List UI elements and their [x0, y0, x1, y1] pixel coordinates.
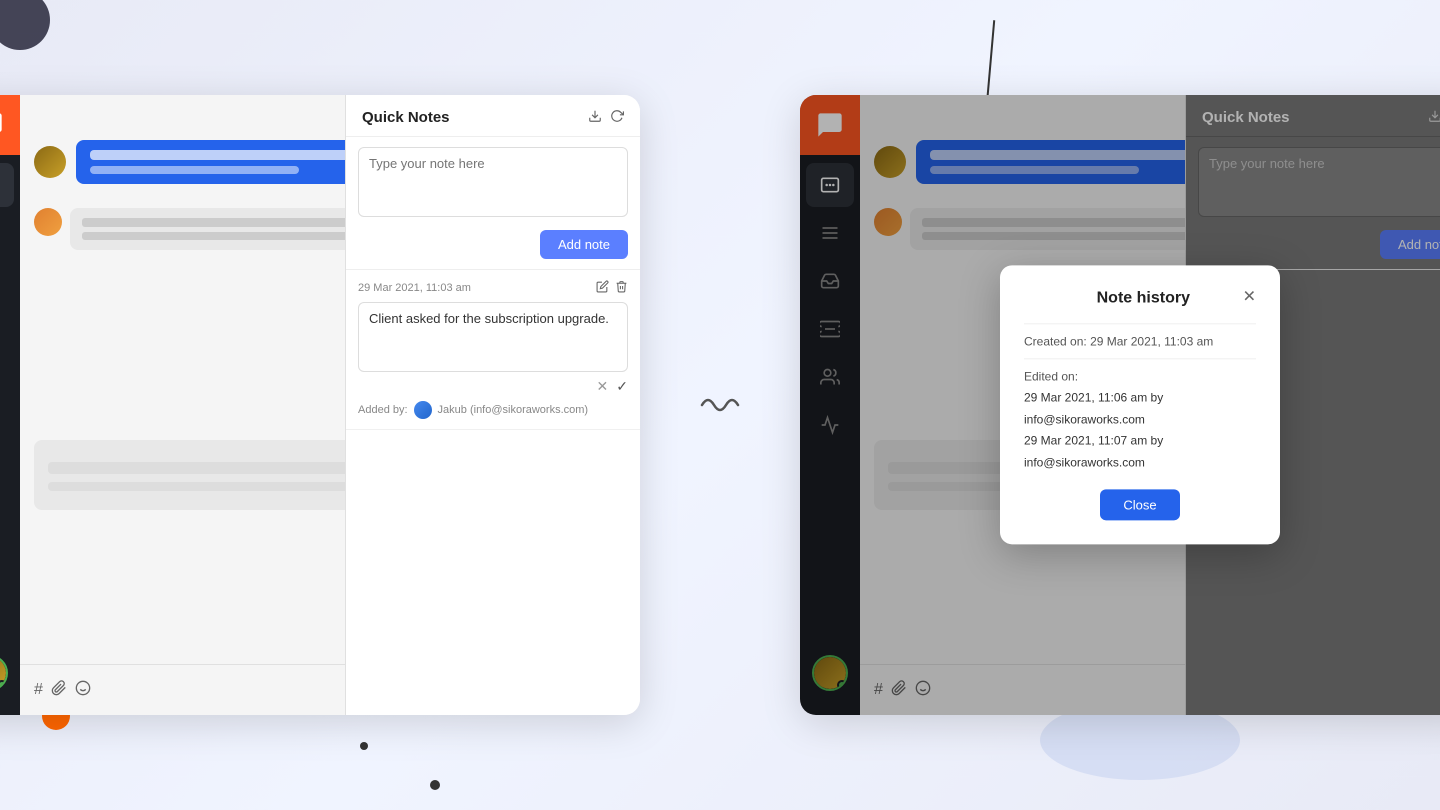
app-panel-2: Quick Notes Add note: [800, 95, 1440, 715]
modal-divider-2: [1024, 358, 1256, 359]
notes-input-area-1: Add note: [346, 137, 640, 270]
modal-edited-entry: 29 Mar 2021, 11:06 am by info@sikorawork…: [1024, 387, 1256, 430]
sidebar-1: [0, 95, 20, 715]
sidebar-item-list[interactable]: [0, 211, 14, 255]
notes-header-icons-1: [588, 109, 624, 126]
notes-panel-header-1: Quick Notes: [346, 95, 640, 137]
panels-container: Quick Notes Add note: [0, 0, 1440, 810]
squiggle-icon: [700, 390, 740, 420]
contact-avatar-1: [34, 146, 66, 178]
note-actions-1: [596, 280, 628, 296]
chat-area-1: Quick Notes Add note: [20, 95, 640, 715]
note-entry-actions-1: ✕ ✓: [358, 378, 628, 395]
modal-edited-label: Edited on:: [1024, 369, 1256, 383]
app-panel-1: Quick Notes Add note: [0, 95, 640, 715]
bg-dot-2: [430, 780, 440, 790]
confirm-edit-icon-1[interactable]: ✓: [616, 378, 628, 395]
note-meta-1: 29 Mar 2021, 11:03 am: [358, 280, 628, 296]
modal-close-btn[interactable]: Close: [1100, 490, 1180, 521]
notes-textarea-1[interactable]: [358, 147, 628, 217]
panel-2-wrapper: Quick Notes Add note: [800, 95, 1440, 715]
sidebar-item-messages[interactable]: [0, 163, 14, 207]
modal-edited-entry: 29 Mar 2021, 11:07 am by info@sikorawork…: [1024, 431, 1256, 474]
author-label-1: Added by:: [358, 404, 408, 416]
hashtag-icon-1[interactable]: #: [34, 681, 43, 699]
attachment-icon-1[interactable]: [51, 680, 67, 701]
add-note-button-1[interactable]: Add note: [540, 230, 628, 259]
msg-line2: [82, 232, 375, 240]
sidebar-nav-1: [0, 155, 14, 655]
refresh-icon-1[interactable]: [610, 109, 624, 126]
cancel-edit-icon-1[interactable]: ✕: [597, 378, 609, 395]
bg-dot-1: [360, 742, 368, 750]
connector-area: [700, 390, 740, 420]
download-icon-1[interactable]: [588, 109, 602, 126]
modal-divider-1: [1024, 323, 1256, 324]
panel-1-wrapper: Quick Notes Add note: [0, 95, 640, 715]
notes-panel-title-1: Quick Notes: [362, 109, 450, 126]
modal-close-button[interactable]: ✕: [1243, 289, 1256, 305]
sidebar-item-contacts[interactable]: [0, 355, 14, 399]
user-avatar-1: [0, 655, 8, 691]
modal-header: Note history ✕: [1024, 289, 1256, 307]
author-name-1: Jakub (info@sikoraworks.com): [438, 404, 589, 416]
msg-avatar-1: [34, 208, 62, 236]
sidebar-item-analytics[interactable]: [0, 403, 14, 447]
online-status-dot-1: [0, 680, 7, 690]
delete-icon-1[interactable]: [615, 280, 628, 296]
note-date-1: 29 Mar 2021, 11:03 am: [358, 282, 471, 294]
modal-edited-entries: 29 Mar 2021, 11:06 am by info@sikorawork…: [1024, 387, 1256, 473]
sidebar-logo-1[interactable]: [0, 95, 20, 155]
chat-bubble-icon: [0, 111, 4, 139]
edit-icon-1[interactable]: [596, 280, 609, 296]
emoji-icon-1[interactable]: [75, 680, 91, 701]
modal-created-label: Created on: 29 Mar 2021, 11:03 am: [1024, 334, 1256, 348]
note-text-1: Client asked for the subscription upgrad…: [358, 302, 628, 372]
note-author-1: Added by: Jakub (info@sikoraworks.com): [358, 401, 628, 419]
author-avatar-1: [414, 401, 432, 419]
note-entry-1: 29 Mar 2021, 11:03 am Client asked for: [346, 270, 640, 430]
notes-panel-1: Quick Notes Add note: [345, 95, 640, 715]
sidebar-item-tickets[interactable]: [0, 307, 14, 351]
note-history-modal: Note history ✕ Created on: 29 Mar 2021, …: [1000, 265, 1280, 544]
chat-title-line2: [90, 166, 299, 174]
sidebar-item-inbox[interactable]: [0, 259, 14, 303]
modal-title: Note history: [1044, 289, 1243, 307]
